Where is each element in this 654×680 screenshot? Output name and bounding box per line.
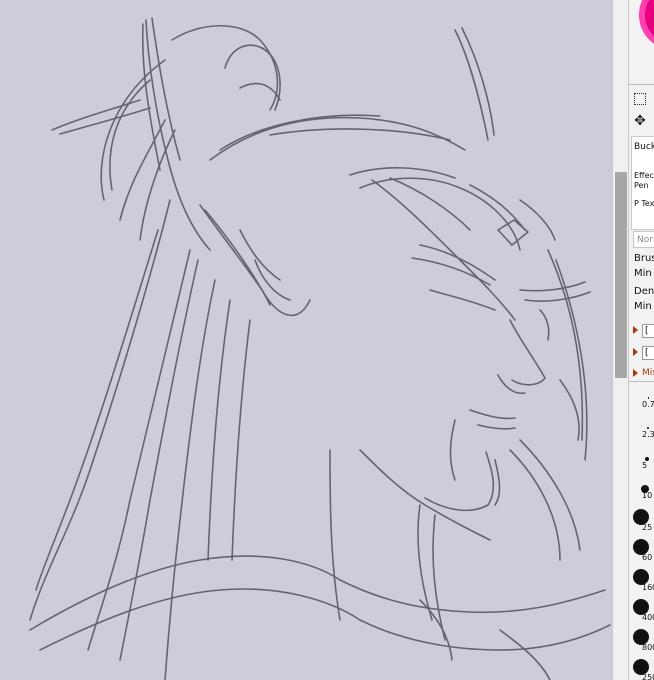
brush-size-preset[interactable]: 2.3 <box>629 418 654 448</box>
settings-section-2[interactable]: [ <box>632 346 654 360</box>
brush-size-preset[interactable]: 2500 <box>629 657 654 680</box>
scrollbar-thumb[interactable] <box>615 172 627 378</box>
min-size-label: Min S <box>634 268 654 279</box>
brush-size-value: 2.3 <box>642 430 654 439</box>
brush-size-value: 2500 <box>642 673 654 680</box>
blend-mode-value: Nor <box>637 235 653 245</box>
tool-settings-panel: ✥ Buck Effec Pen P Tex Nor Brusl Min S D… <box>629 0 654 680</box>
misc-section[interactable]: Mis <box>632 367 654 381</box>
expand-arrow-icon <box>633 326 638 334</box>
select-tool-icon[interactable] <box>634 93 646 105</box>
panel-divider <box>629 84 654 85</box>
section-divider <box>629 381 654 382</box>
brush-size-preset[interactable]: 25 <box>629 507 654 537</box>
brush-size-value: 60 <box>642 553 653 562</box>
brush-size-preset[interactable]: 0.7 <box>629 388 654 418</box>
settings-section-1[interactable]: [ <box>632 324 654 338</box>
brush-size-dot-icon <box>647 397 649 399</box>
brush-size-preset[interactable]: 800 <box>629 627 654 657</box>
brush-size-preset[interactable]: 5 <box>629 449 654 479</box>
brush-size-value: 400 <box>642 613 654 622</box>
min-density-label: Min I <box>634 301 654 312</box>
brush-size-preset[interactable]: 60 <box>629 537 654 567</box>
brush-size-value: 160 <box>642 583 654 592</box>
sketch-drawing <box>29 17 611 680</box>
brush-size-preset[interactable]: 160 <box>629 567 654 597</box>
color-wheel[interactable] <box>639 0 654 50</box>
brush-size-value: 0.7 <box>642 400 654 409</box>
brush-size-preset[interactable]: 10 <box>629 479 654 509</box>
section-1-checkbox[interactable]: [ <box>642 324 654 338</box>
effect-label: Effec <box>634 171 654 180</box>
brush-size-value: 10 <box>642 491 653 500</box>
brush-size-value: 5 <box>642 461 648 470</box>
brush-size-label: Brusl <box>634 253 654 264</box>
brush-size-preset[interactable]: 400 <box>629 597 654 627</box>
section-2-checkbox[interactable]: [ <box>642 346 654 360</box>
brush-size-value: 25 <box>642 523 653 532</box>
canvas-vertical-scrollbar[interactable] <box>612 0 629 680</box>
pen-label: Pen <box>634 181 649 190</box>
drawing-canvas[interactable] <box>0 0 612 680</box>
brush-size-value: 800 <box>642 643 654 652</box>
tool-name-label: Buck <box>634 142 654 152</box>
expand-arrow-icon <box>633 348 638 356</box>
paper-texture-label: P Tex <box>634 199 654 208</box>
density-label: Dens <box>634 286 654 297</box>
brush-size-dot-icon <box>646 426 649 430</box>
move-tool-icon[interactable]: ✥ <box>633 114 647 128</box>
misc-section-label: Mis <box>642 368 654 378</box>
expand-arrow-icon <box>633 369 638 377</box>
